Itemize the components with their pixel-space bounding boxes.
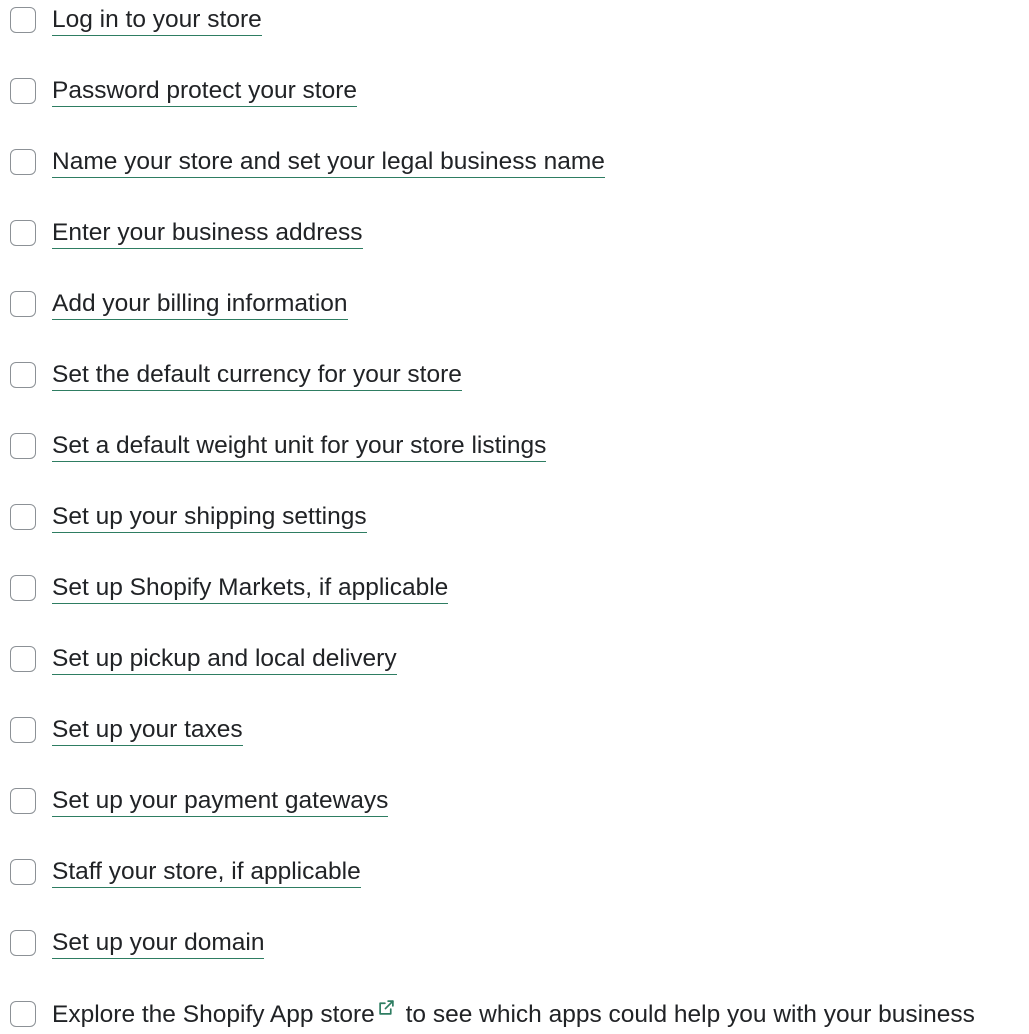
- checkbox[interactable]: [10, 1001, 36, 1027]
- checkbox[interactable]: [10, 291, 36, 317]
- checklist-item: Set up your taxes: [0, 710, 1029, 750]
- checkbox[interactable]: [10, 78, 36, 104]
- checklist-item-label: Enter your business address: [52, 218, 363, 249]
- explore-suffix-text: to see which apps could help you with yo…: [398, 1001, 975, 1028]
- checklist-item-label: Add your billing information: [52, 289, 348, 320]
- checklist-item-label: Explore the Shopify App store to see whi…: [52, 999, 975, 1030]
- checklist-item-link[interactable]: Set up your taxes: [52, 716, 243, 746]
- checklist-item-link[interactable]: Staff your store, if applicable: [52, 858, 361, 888]
- checklist-item-label: Set up Shopify Markets, if applicable: [52, 573, 449, 604]
- checklist-item: Password protect your store: [0, 71, 1029, 111]
- external-link-icon[interactable]: [378, 999, 395, 1016]
- checklist-item-label: Log in to your store: [52, 5, 262, 36]
- checklist-item-link[interactable]: Set a default weight unit for your store…: [52, 432, 547, 462]
- checklist-item-link[interactable]: Password protect your store: [52, 77, 358, 107]
- checklist-item: Name your store and set your legal busin…: [0, 142, 1029, 182]
- checklist-item: Set up pickup and local delivery: [0, 639, 1029, 679]
- checklist-item-link[interactable]: Name your store and set your legal busin…: [52, 148, 605, 178]
- checkbox[interactable]: [10, 220, 36, 246]
- checklist-item: Set up your shipping settings: [0, 497, 1029, 537]
- checkbox[interactable]: [10, 433, 36, 459]
- checklist-item: Log in to your store: [0, 0, 1029, 40]
- checklist-item-link[interactable]: Set up your domain: [52, 929, 265, 959]
- checkbox[interactable]: [10, 7, 36, 33]
- checkbox[interactable]: [10, 149, 36, 175]
- checklist-item-link[interactable]: Log in to your store: [52, 6, 262, 36]
- checklist-item: Set up your domain: [0, 923, 1029, 963]
- checklist-item-label: Set the default currency for your store: [52, 360, 462, 391]
- checklist-item-label: Password protect your store: [52, 76, 358, 107]
- checklist-item-explore-app-store: Explore the Shopify App store to see whi…: [0, 994, 1029, 1034]
- checklist-item: Set up Shopify Markets, if applicable: [0, 568, 1029, 608]
- checklist-item-label: Staff your store, if applicable: [52, 857, 361, 888]
- explore-prefix-text: Explore the: [52, 1001, 183, 1028]
- checklist-item: Set the default currency for your store: [0, 355, 1029, 395]
- checklist-item-link[interactable]: Set up your shipping settings: [52, 503, 367, 533]
- checklist-item-link[interactable]: Enter your business address: [52, 219, 363, 249]
- checkbox[interactable]: [10, 930, 36, 956]
- checkbox[interactable]: [10, 504, 36, 530]
- checkbox[interactable]: [10, 575, 36, 601]
- checklist-item: Staff your store, if applicable: [0, 852, 1029, 892]
- shopify-app-store-link[interactable]: Shopify App store: [183, 1001, 375, 1028]
- checklist-item-label: Set up pickup and local delivery: [52, 644, 397, 675]
- checklist-item-label: Set up your payment gateways: [52, 786, 389, 817]
- checklist-item: Set a default weight unit for your store…: [0, 426, 1029, 466]
- checklist-item: Enter your business address: [0, 213, 1029, 253]
- checkbox[interactable]: [10, 788, 36, 814]
- checklist-item: Add your billing information: [0, 284, 1029, 324]
- checkbox[interactable]: [10, 859, 36, 885]
- checkbox[interactable]: [10, 362, 36, 388]
- checklist-item-link[interactable]: Set up pickup and local delivery: [52, 645, 397, 675]
- checklist-item-link[interactable]: Add your billing information: [52, 290, 348, 320]
- checkbox[interactable]: [10, 717, 36, 743]
- checklist-item-label: Set up your shipping settings: [52, 502, 367, 533]
- checklist-item-label: Set up your taxes: [52, 715, 243, 746]
- checklist-item-link[interactable]: Set the default currency for your store: [52, 361, 462, 391]
- checklist-item: Set up your payment gateways: [0, 781, 1029, 821]
- checklist-item-label: Set a default weight unit for your store…: [52, 431, 547, 462]
- checklist-item-link[interactable]: Set up Shopify Markets, if applicable: [52, 574, 449, 604]
- checklist-item-label: Set up your domain: [52, 928, 265, 959]
- checkbox[interactable]: [10, 646, 36, 672]
- checklist-item-label: Name your store and set your legal busin…: [52, 147, 605, 178]
- checklist-item-link[interactable]: Set up your payment gateways: [52, 787, 389, 817]
